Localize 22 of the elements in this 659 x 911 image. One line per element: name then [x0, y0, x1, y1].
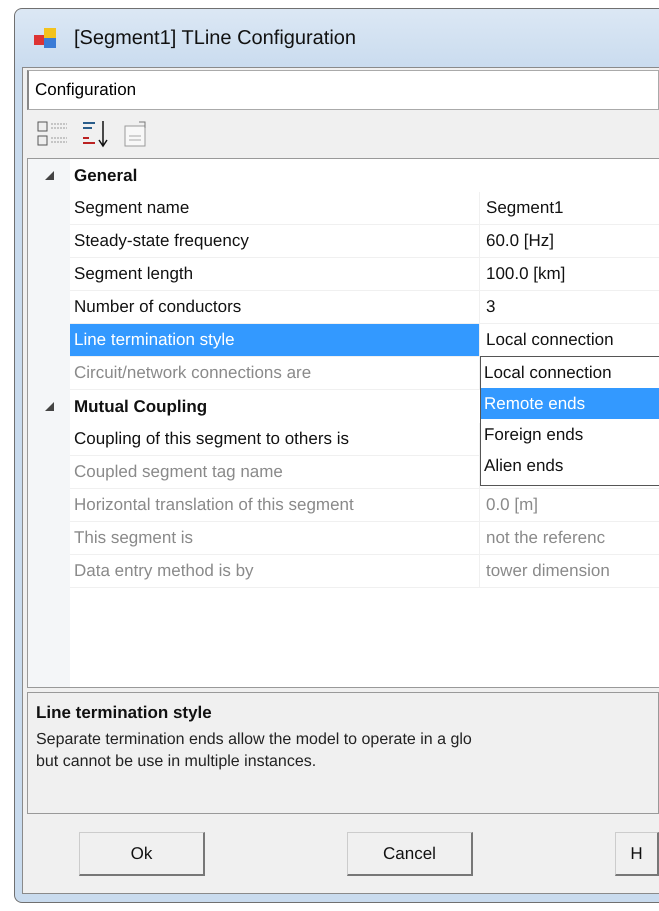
expand-triangle-icon[interactable] — [44, 171, 54, 180]
property-label[interactable]: Number of conductors — [70, 291, 480, 324]
dialog-button[interactable]: Cancel — [347, 832, 473, 876]
property-label[interactable]: Coupling of this segment to others is — [70, 423, 480, 456]
description-title: Line termination style — [36, 703, 213, 723]
category-field[interactable]: Configuration — [27, 70, 659, 110]
categorized-view-icon[interactable] — [37, 120, 69, 148]
property-value[interactable]: 100.0 [km] — [486, 264, 566, 284]
property-value[interactable]: Segment1 — [486, 198, 564, 218]
category-header[interactable]: Mutual Coupling — [70, 396, 208, 416]
category-header[interactable]: General — [70, 166, 138, 186]
property-label[interactable]: Steady-state frequency — [70, 225, 480, 258]
dialog-button[interactable]: Ok — [79, 832, 205, 876]
window-title: [Segment1] TLine Configuration — [74, 26, 356, 50]
property-value[interactable]: 60.0 [Hz] — [486, 231, 554, 251]
expand-triangle-icon[interactable] — [44, 402, 54, 411]
property-value[interactable]: 3 — [486, 297, 496, 317]
dialog-button[interactable]: H — [615, 832, 659, 876]
description-text: Separate termination ends allow the model to operate in a glo but cannot be use in multiple instances. — [36, 730, 473, 772]
property-label[interactable]: Segment name — [70, 192, 480, 225]
property-label[interactable]: Segment length — [70, 258, 480, 291]
property-value[interactable]: Local connection — [486, 330, 614, 350]
